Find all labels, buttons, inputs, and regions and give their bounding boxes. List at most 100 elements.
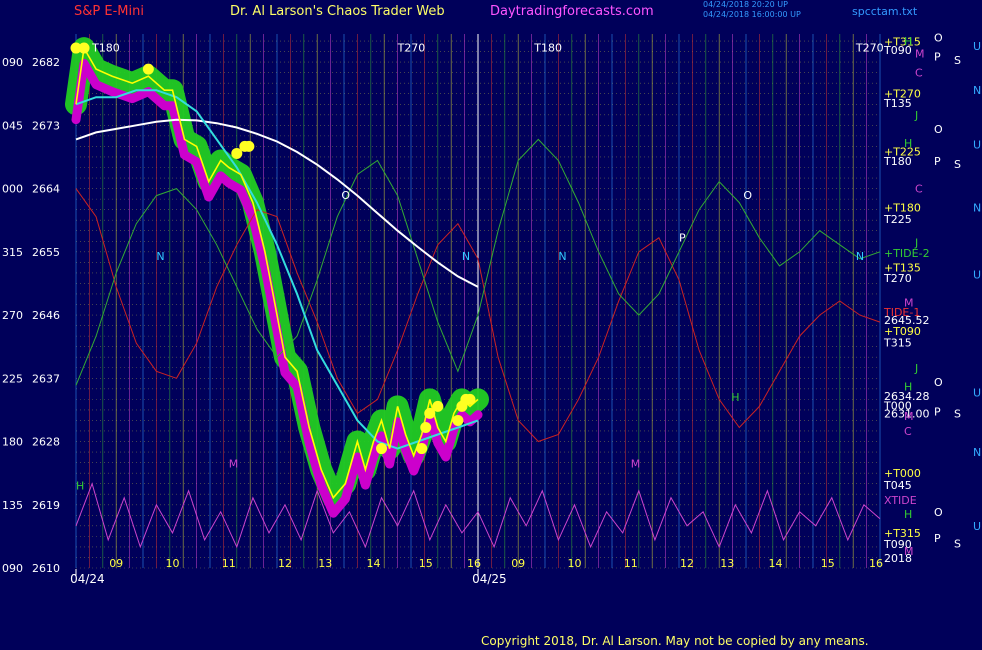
side-letter-label: S [954, 158, 961, 171]
side-letter-label: U [973, 386, 981, 399]
yellow-dot [432, 400, 444, 412]
chart-annotation: T270 [397, 42, 426, 55]
x-hour-label: 15 [419, 557, 433, 570]
side-letter-label: N [973, 446, 981, 459]
chart-annotation: H [76, 479, 84, 492]
x-date-label: 04/25 [472, 572, 507, 586]
data-file-name: spcctam.txt [852, 5, 918, 18]
chart-canvas: 090 2682 045 2673 000 2664 315 2655 270 2646 225 26… [0, 0, 982, 650]
chart-annotation: H [731, 391, 739, 404]
chart-annotation: O [743, 189, 752, 202]
x-hour-label: 13 [720, 557, 734, 570]
yellow-dot [78, 42, 90, 54]
y-price-label: 2637 [32, 372, 60, 385]
chart-title: S&P E-Mini [74, 4, 144, 19]
yellow-dot [376, 443, 388, 455]
x-hour-label: 12 [278, 557, 292, 570]
right-level-label: XTIDE [884, 494, 917, 507]
right-level-label: T180 [883, 155, 912, 168]
x-hour-label: 10 [567, 557, 581, 570]
side-letter-label: S [954, 407, 961, 420]
right-level-label: T225 [883, 213, 912, 226]
side-letter-label: U [973, 40, 981, 53]
y-angle-label: 090 [2, 562, 23, 575]
header-stamp-2: 04/24/2018 16:00:00 UP [703, 10, 801, 19]
chart-annotation: M [631, 458, 641, 471]
side-letter-label: H [904, 381, 912, 394]
y-angle-label: 270 [2, 309, 23, 322]
chart-annotation: N [156, 250, 164, 263]
grid-lines [75, 34, 881, 576]
side-letter-label: J [914, 237, 918, 250]
side-letter-label: U [973, 268, 981, 281]
x-hour-label: 12 [680, 557, 694, 570]
y-angle-label: 045 [2, 119, 23, 132]
x-hour-label: 14 [366, 557, 380, 570]
x-hour-label: 13 [318, 557, 332, 570]
yellow-dot [243, 140, 255, 152]
side-letter-label: J [914, 109, 918, 122]
chart-annotation: M [229, 458, 239, 471]
x-hour-label: 16 [869, 557, 883, 570]
chart-annotation: N [462, 250, 470, 263]
right-level-label: T315 [883, 336, 912, 349]
chart-annotation: T180 [533, 42, 562, 55]
y-angle-label: 090 [2, 56, 23, 69]
y-price-label: 2673 [32, 119, 60, 132]
side-letter-label: P [934, 405, 941, 418]
yellow-dot [464, 393, 476, 405]
y-angle-label: 135 [2, 499, 23, 512]
x-hour-label: 11 [624, 557, 638, 570]
side-letter-label: N [973, 202, 981, 215]
header-title: Dr. Al Larson's Chaos Trader Web [230, 4, 445, 19]
copyright-notice: Copyright 2018, Dr. Al Larson. May not b… [481, 634, 869, 648]
x-hour-label: 10 [165, 557, 179, 570]
side-letter-label: H [904, 508, 912, 521]
side-letter-label: C [915, 183, 923, 196]
x-date-label: 04/24 [70, 572, 105, 586]
side-letter-label: P [934, 532, 941, 545]
y-angle-label: 180 [2, 436, 23, 449]
chart-annotation: N [856, 250, 864, 263]
side-letter-label: O [934, 506, 943, 519]
chart-annotation: O [341, 189, 350, 202]
yellow-dot [142, 63, 154, 75]
side-letter-label: N [973, 84, 981, 97]
yellow-dot [420, 421, 432, 433]
y-price-label: 2682 [32, 56, 60, 69]
x-hour-label: 11 [222, 557, 236, 570]
y-price-label: 2646 [32, 309, 60, 322]
side-letter-label: M [904, 296, 914, 309]
chart-annotation: T270 [855, 42, 884, 55]
side-letter-label: U [973, 520, 981, 533]
side-letter-label: U [973, 138, 981, 151]
side-letter-label: H [904, 35, 912, 48]
side-letter-label: O [934, 376, 943, 389]
right-level-label: T135 [883, 97, 912, 110]
x-hour-label: 16 [467, 557, 481, 570]
chart-annotation: P [679, 231, 686, 244]
side-letter-label: O [934, 32, 943, 45]
x-hour-label: 14 [768, 557, 782, 570]
side-letter-label: M [904, 545, 914, 558]
y-price-label: 2610 [32, 562, 60, 575]
side-letter-label: M [915, 48, 925, 61]
side-letter-label: M [904, 410, 914, 423]
side-letter-label: S [954, 54, 961, 67]
side-letter-label: S [954, 537, 961, 550]
site-link[interactable]: Daytradingforecasts.com [490, 4, 654, 19]
side-letter-label: C [904, 425, 912, 438]
side-letter-label: O [934, 123, 943, 136]
right-level-label: T270 [883, 272, 912, 285]
side-letter-label: J [914, 362, 918, 375]
right-level-label: T045 [883, 479, 912, 492]
y-price-label: 2619 [32, 499, 60, 512]
yellow-dot [416, 443, 428, 455]
chart-annotation: N [558, 250, 566, 263]
side-letter-label: P [934, 50, 941, 63]
header-stamp-1: 04/24/2018 20:20 UP [703, 0, 788, 9]
side-letter-label: C [915, 67, 923, 80]
side-letter-label: H [904, 137, 912, 150]
y-angle-label: 225 [2, 372, 23, 385]
x-hour-label: 09 [109, 557, 123, 570]
